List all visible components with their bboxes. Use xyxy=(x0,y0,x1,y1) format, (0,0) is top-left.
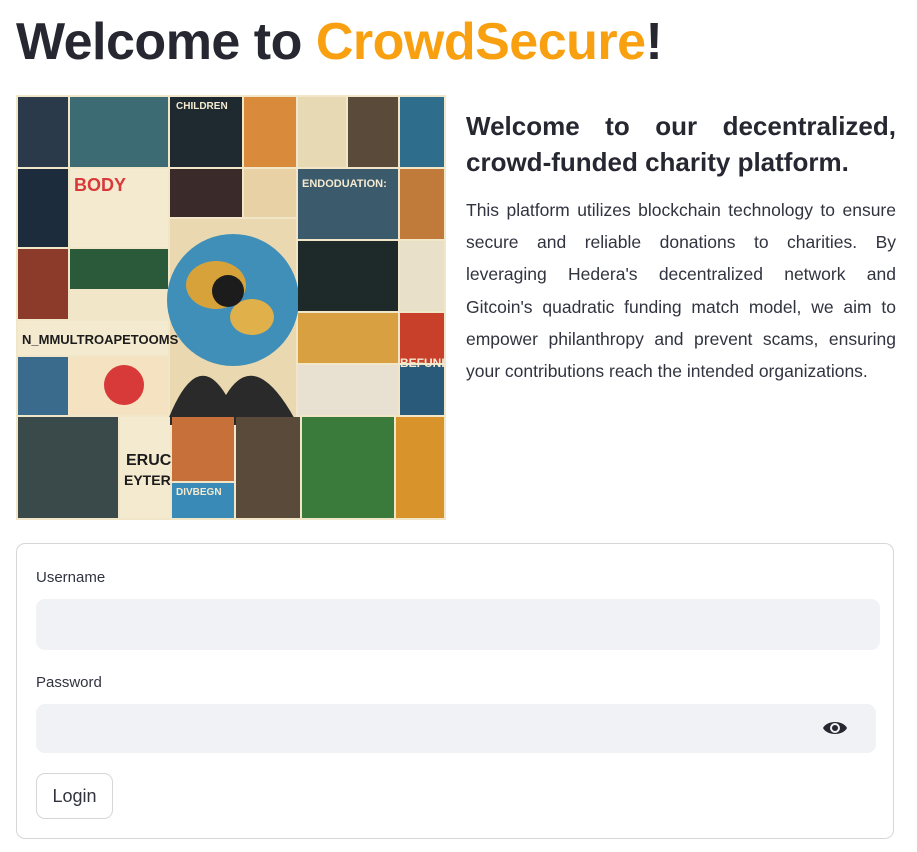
poster-caption: CHILDREN xyxy=(176,101,228,112)
username-input[interactable] xyxy=(36,599,880,650)
title-prefix: Welcome to xyxy=(16,13,316,71)
username-label: Username xyxy=(36,569,106,586)
intro-section: Welcome to our decentralized, crowd-fund… xyxy=(466,108,896,387)
poster-caption: ERUC xyxy=(126,452,172,469)
poster-caption: DIVBEGN xyxy=(176,487,222,498)
intro-heading: Welcome to our decentralized, crowd-fund… xyxy=(466,111,896,177)
poster-caption: BEFUNI xyxy=(400,356,445,370)
password-label: Password xyxy=(36,674,102,691)
charity-collage-image: N_MMULTROAPETOOMS CHILDREN BODY ENDODUAT… xyxy=(16,95,446,520)
intro-body: This platform utilizes blockchain techno… xyxy=(466,200,896,382)
svg-text:N_MMULTROAPETOOMS: N_MMULTROAPETOOMS xyxy=(22,332,179,347)
login-form: Username Password Login xyxy=(16,543,894,839)
page-title: Welcome to CrowdSecure! xyxy=(16,8,663,76)
poster-caption: ENDODUATION: xyxy=(302,178,387,190)
poster-caption: BODY xyxy=(74,175,126,195)
poster-caption: EYTER xyxy=(124,472,171,488)
password-input[interactable] xyxy=(36,704,876,753)
title-suffix: ! xyxy=(645,13,663,71)
brand-name: CrowdSecure xyxy=(315,13,646,71)
eye-icon[interactable] xyxy=(822,717,848,739)
login-button[interactable]: Login xyxy=(36,773,113,819)
